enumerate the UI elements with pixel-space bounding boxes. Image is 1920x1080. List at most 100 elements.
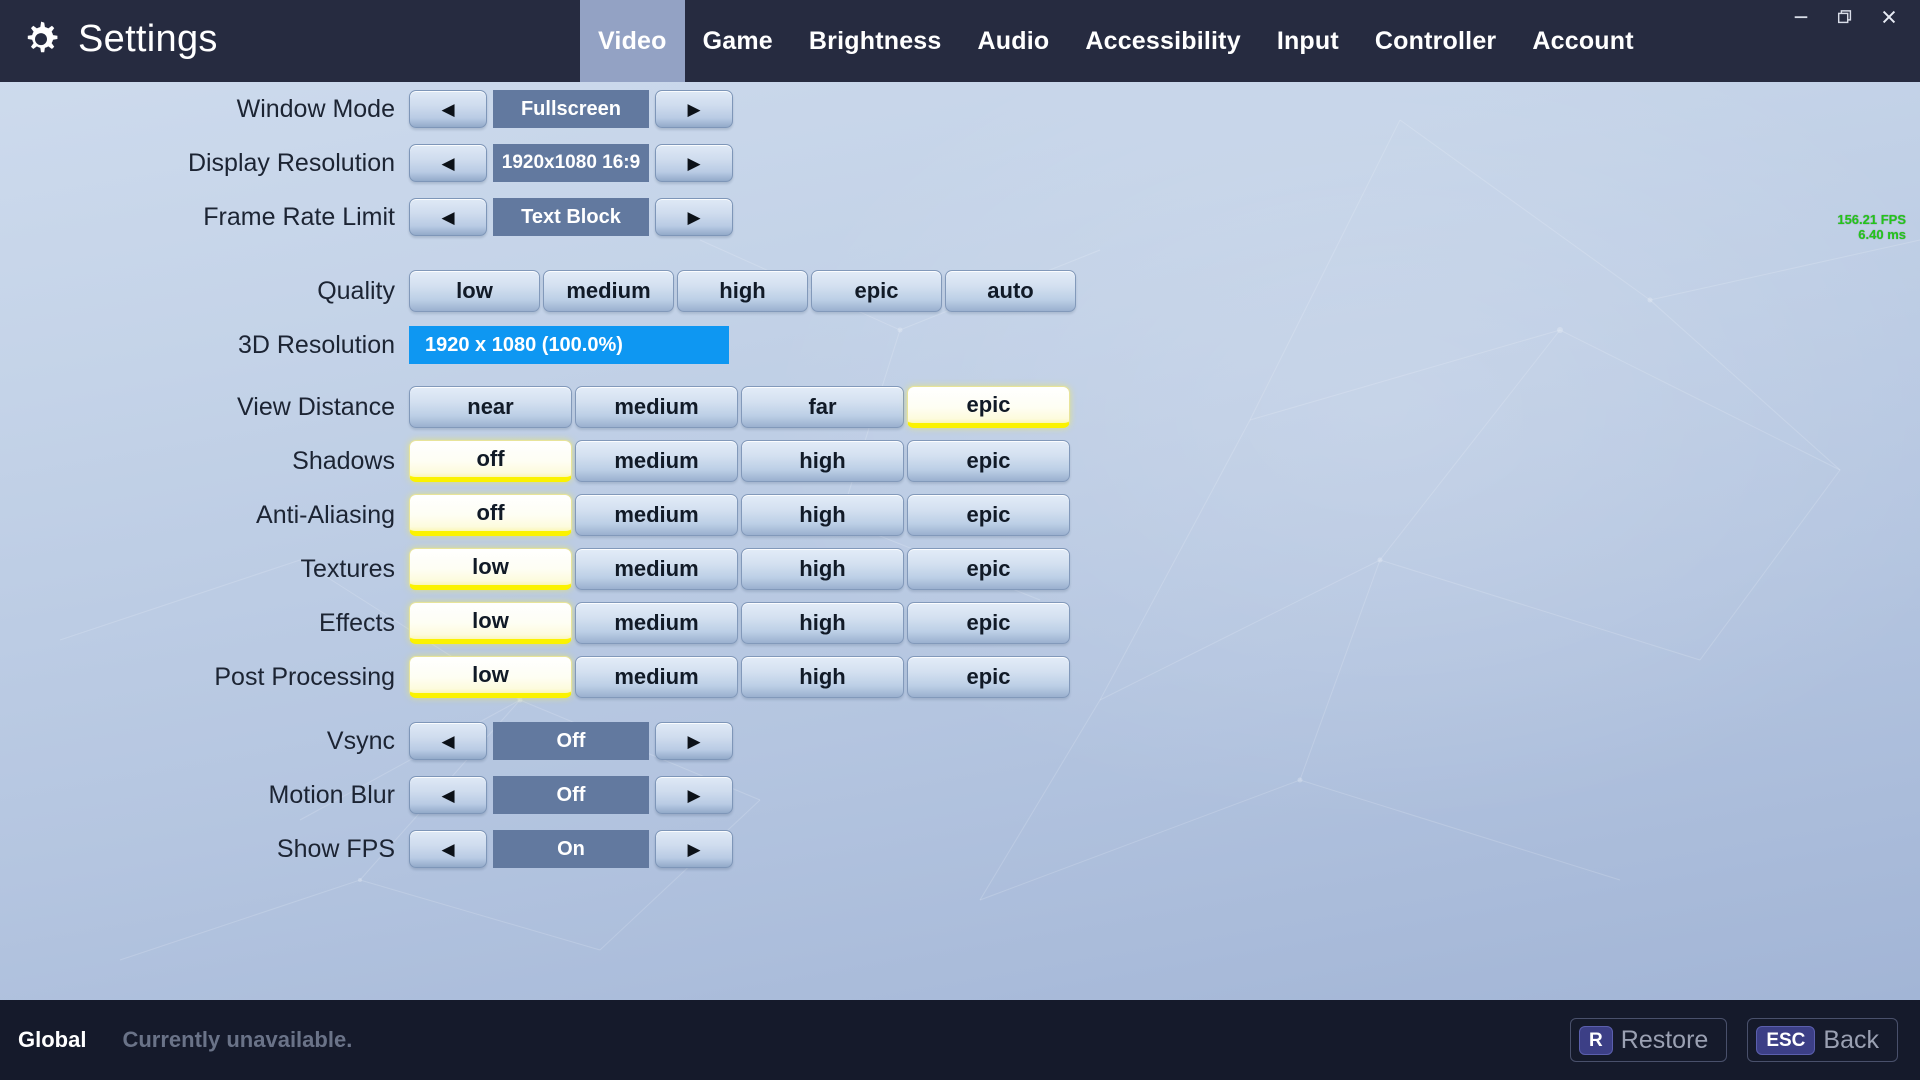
- option-button-near[interactable]: near: [409, 386, 572, 428]
- settings-scope-label: Global: [18, 1027, 87, 1052]
- settings-list: Window Mode ◀ Fullscreen ▶ Display Resolutio…: [0, 82, 1920, 876]
- option-button-high[interactable]: high: [741, 494, 904, 536]
- key-badge: ESC: [1756, 1025, 1816, 1055]
- previous-value-button-glyph: ◀: [441, 785, 455, 805]
- option-group: low medium high epic: [409, 548, 1070, 590]
- option-button-off[interactable]: off: [409, 494, 572, 536]
- action-label: Restore: [1620, 1025, 1709, 1054]
- back-button[interactable]: ESC Back: [1747, 1018, 1898, 1062]
- previous-value-button[interactable]: ◀: [409, 144, 487, 182]
- quality-option-group: low medium high epic auto: [409, 270, 1076, 312]
- action-label: Back: [1823, 1025, 1879, 1054]
- previous-value-button[interactable]: ◀: [409, 90, 487, 128]
- tab-brightness[interactable]: Brightness: [791, 0, 960, 82]
- setting-row: Quality low medium high epic auto: [0, 264, 1920, 318]
- next-value-button-glyph: ▶: [687, 731, 701, 751]
- setting-row: Vsync ◀ Off ▶: [0, 714, 1920, 768]
- option-button-epic[interactable]: epic: [907, 494, 1070, 536]
- option-button-high[interactable]: high: [741, 602, 904, 644]
- option-button-epic[interactable]: epic: [907, 548, 1070, 590]
- setting-row: Display Resolution ◀ 1920x1080 16:9 ▶: [0, 136, 1920, 190]
- option-button-epic[interactable]: epic: [907, 602, 1070, 644]
- setting-value[interactable]: Text Block: [493, 198, 649, 236]
- setting-value[interactable]: Off: [493, 776, 649, 814]
- setting-row: Post Processing low medium high epic: [0, 650, 1920, 704]
- previous-value-button[interactable]: ◀: [409, 198, 487, 236]
- setting-label: Show FPS: [276, 834, 395, 863]
- tab-accessibility[interactable]: Accessibility: [1067, 0, 1258, 82]
- setting-label: 3D Resolution: [237, 330, 395, 359]
- option-button-high[interactable]: high: [741, 548, 904, 590]
- setting-label: Effects: [319, 608, 395, 637]
- resolution-slider[interactable]: 1920 x 1080 (100.0%): [409, 326, 729, 364]
- next-value-button[interactable]: ▶: [655, 830, 733, 868]
- previous-value-button[interactable]: ◀: [409, 776, 487, 814]
- option-button-auto[interactable]: auto: [945, 270, 1076, 312]
- resolution-slider-control: 1920 x 1080 (100.0%): [409, 326, 729, 364]
- bottom-actions: R Restore ESC Back: [1570, 1018, 1898, 1062]
- setting-row: Effects low medium high epic: [0, 596, 1920, 650]
- option-button-medium[interactable]: medium: [575, 494, 738, 536]
- minimize-icon[interactable]: [1792, 8, 1810, 26]
- option-button-low[interactable]: low: [409, 602, 572, 644]
- next-value-button[interactable]: ▶: [655, 198, 733, 236]
- option-button-far[interactable]: far: [741, 386, 904, 428]
- tab-game[interactable]: Game: [685, 0, 791, 82]
- frametime-value: 6.40 ms: [1858, 227, 1906, 243]
- tab-account[interactable]: Account: [1514, 0, 1651, 82]
- option-button-epic[interactable]: epic: [811, 270, 942, 312]
- option-button-medium[interactable]: medium: [575, 386, 738, 428]
- setting-row: Show FPS ◀ On ▶: [0, 822, 1920, 876]
- option-button-low[interactable]: low: [409, 270, 540, 312]
- previous-value-button[interactable]: ◀: [409, 722, 487, 760]
- previous-value-button-glyph: ◀: [441, 207, 455, 227]
- option-group: near medium far epic: [409, 386, 1070, 428]
- option-group: off medium high epic: [409, 494, 1070, 536]
- setting-row: Frame Rate Limit ◀ Text Block ▶: [0, 190, 1920, 244]
- setting-row: Motion Blur ◀ Off ▶: [0, 768, 1920, 822]
- tab-input[interactable]: Input: [1259, 0, 1357, 82]
- setting-row: Window Mode ◀ Fullscreen ▶: [0, 82, 1920, 136]
- option-group: off medium high epic: [409, 440, 1070, 482]
- tab-video[interactable]: Video: [580, 0, 685, 82]
- previous-value-button[interactable]: ◀: [409, 830, 487, 868]
- tab-audio[interactable]: Audio: [960, 0, 1068, 82]
- option-button-epic[interactable]: epic: [907, 440, 1070, 482]
- window-controls: [1792, 0, 1910, 34]
- status-message: Currently unavailable.: [122, 1027, 353, 1052]
- setting-value[interactable]: Off: [493, 722, 649, 760]
- settings-screen: Settings Video Game Brightness Audio Accessi…: [0, 0, 1920, 1080]
- option-button-low[interactable]: low: [409, 548, 572, 590]
- next-value-button-glyph: ▶: [687, 839, 701, 859]
- option-button-medium[interactable]: medium: [575, 602, 738, 644]
- next-value-button[interactable]: ▶: [655, 776, 733, 814]
- setting-value[interactable]: On: [493, 830, 649, 868]
- option-button-high[interactable]: high: [677, 270, 808, 312]
- close-icon[interactable]: [1880, 8, 1898, 26]
- tab-controller[interactable]: Controller: [1357, 0, 1514, 82]
- setting-row: Textures low medium high epic: [0, 542, 1920, 596]
- setting-label: Motion Blur: [268, 780, 395, 809]
- restore-button[interactable]: R Restore: [1570, 1018, 1728, 1062]
- option-button-medium[interactable]: medium: [575, 440, 738, 482]
- previous-value-button-glyph: ◀: [441, 731, 455, 751]
- option-button-epic[interactable]: epic: [907, 656, 1070, 698]
- restore-icon[interactable]: [1836, 8, 1854, 26]
- option-button-high[interactable]: high: [741, 656, 904, 698]
- option-button-off[interactable]: off: [409, 440, 572, 482]
- option-button-medium[interactable]: medium: [575, 656, 738, 698]
- next-value-button[interactable]: ▶: [655, 144, 733, 182]
- option-button-low[interactable]: low: [409, 656, 572, 698]
- option-button-medium[interactable]: medium: [575, 548, 738, 590]
- setting-label: Shadows: [292, 446, 395, 475]
- fps-value: 156.21 FPS: [1837, 212, 1906, 227]
- setting-value[interactable]: 1920x1080 16:9: [493, 144, 649, 182]
- option-button-high[interactable]: high: [741, 440, 904, 482]
- page-title: Settings: [78, 18, 218, 60]
- setting-value[interactable]: Fullscreen: [493, 90, 649, 128]
- next-value-button[interactable]: ▶: [655, 722, 733, 760]
- previous-value-button-glyph: ◀: [441, 153, 455, 173]
- option-button-medium[interactable]: medium: [543, 270, 674, 312]
- option-button-epic[interactable]: epic: [907, 386, 1070, 428]
- next-value-button[interactable]: ▶: [655, 90, 733, 128]
